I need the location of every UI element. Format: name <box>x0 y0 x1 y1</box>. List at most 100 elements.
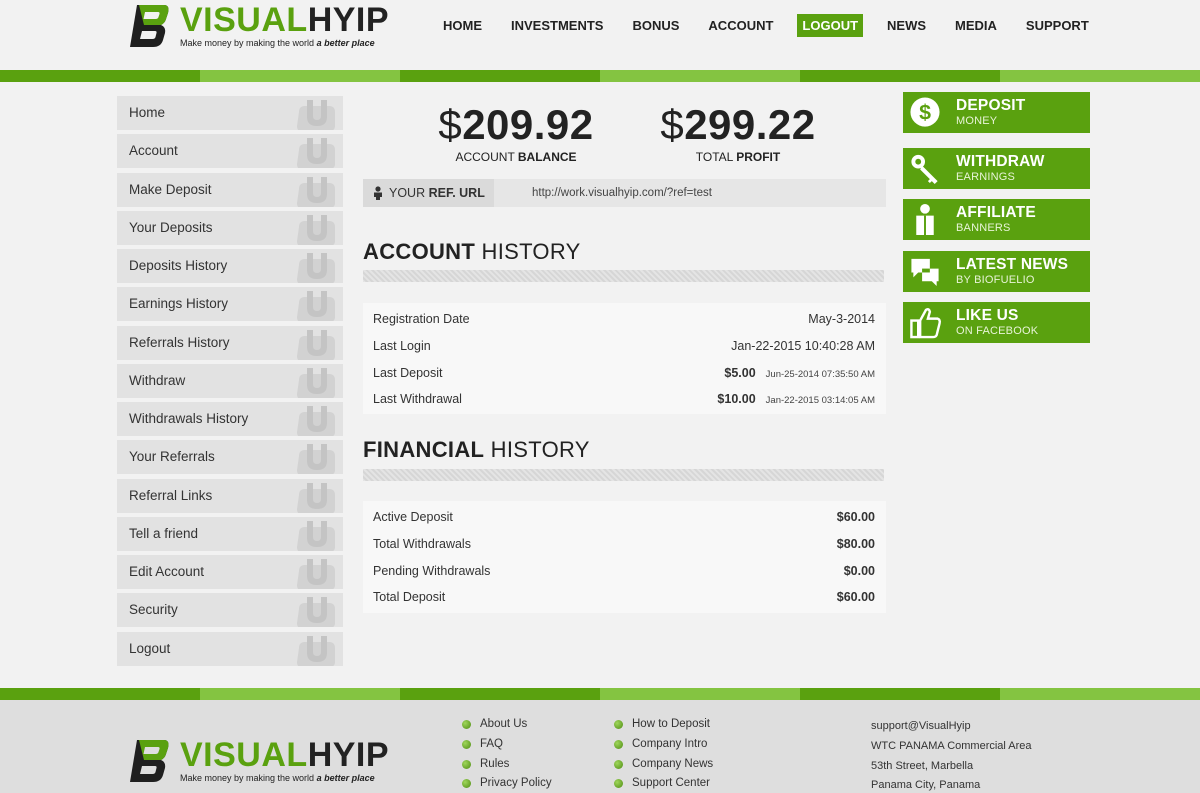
footer-link-label: FAQ <box>480 737 504 750</box>
sidebar-item-label: Security <box>129 602 178 618</box>
key-icon <box>911 154 938 185</box>
sidebar-item-security[interactable]: Security <box>117 593 343 628</box>
sidebar-item-make-deposit[interactable]: Make Deposit <box>117 172 343 207</box>
row-amount: $10.00 <box>717 392 756 407</box>
balance-caption-plain: ACCOUNT <box>455 150 518 164</box>
sidebar-item-label: Withdraw <box>129 372 186 388</box>
sidebar-watermark-icon <box>297 138 335 169</box>
account-history-panel: Registration Date May-3-2014 Last Login Jan… <box>363 303 886 414</box>
footer-contact-address-line: Panama City, Panama <box>871 779 981 792</box>
footer-link-faq[interactable]: FAQ <box>462 738 552 758</box>
site-logo[interactable]: VISUALHYIP Make money by making the worl… <box>128 2 418 52</box>
footer-link-company-intro[interactable]: Company Intro <box>614 738 713 758</box>
like-us-button[interactable]: LIKE US ON FACEBOOK <box>903 302 1090 343</box>
financial-history-row: Total Deposit $60.00 <box>363 583 886 610</box>
balance-amount: $209.92 <box>436 100 596 150</box>
row-value: $60.00 <box>836 590 875 605</box>
sidebar-item-referrals-history[interactable]: Referrals History <box>117 325 343 360</box>
account-balance: $209.92 ACCOUNT BALANCE <box>436 100 596 164</box>
account-history-row: Last Login Jan-22-2015 10:40:28 AM <box>363 332 886 359</box>
latest-news-button[interactable]: LATEST NEWS BY BIOFUELIO <box>903 251 1090 292</box>
footer-link-support-center[interactable]: Support Center <box>614 777 713 793</box>
sidebar-item-label: Your Referrals <box>129 449 215 465</box>
sidebar-item-label: Make Deposit <box>129 181 212 197</box>
row-label: Pending Withdrawals <box>373 563 491 578</box>
sidebar-watermark-icon <box>297 444 335 475</box>
row-value: $80.00 <box>836 536 875 551</box>
sidebar-item-earnings-history[interactable]: Earnings History <box>117 287 343 322</box>
sidebar-watermark-icon <box>297 253 335 283</box>
logo-mark-icon <box>130 5 169 47</box>
sidebar-item-referral-links[interactable]: Referral Links <box>117 478 343 513</box>
bullet-icon <box>462 759 471 769</box>
nav-logout[interactable]: LOGOUT <box>797 13 864 37</box>
affiliate-button[interactable]: AFFILIATE BANNERS <box>903 199 1090 240</box>
account-history-title-bold: ACCOUNT <box>363 239 476 264</box>
button-title: AFFILIATE <box>956 204 1036 221</box>
logo-wordmark: VISUALHYIP <box>180 2 389 38</box>
site-header: VISUALHYIP Make money by making the worl… <box>0 0 1200 70</box>
sidebar-watermark-icon <box>297 100 335 130</box>
account-history-divider <box>363 270 884 282</box>
thumbs-up-icon <box>910 308 942 339</box>
sidebar-item-home[interactable]: Home <box>117 96 343 130</box>
footer-link-label: How to Deposit <box>632 718 710 730</box>
sidebar-item-your-referrals[interactable]: Your Referrals <box>117 440 343 475</box>
sidebar-watermark-icon <box>297 291 335 322</box>
button-subtitle: EARNINGS <box>956 171 1016 183</box>
footer-link-company-news[interactable]: Company News <box>614 758 713 778</box>
sidebar-watermark-icon <box>297 520 335 551</box>
withdraw-button[interactable]: WITHDRAW EARNINGS <box>903 148 1090 189</box>
financial-history-row: Pending Withdrawals $0.00 <box>363 557 886 584</box>
svg-text:$: $ <box>919 100 931 124</box>
sidebar-item-edit-account[interactable]: Edit Account <box>117 555 343 589</box>
ref-url-value[interactable]: http://work.visualhyip.com/?ref=test <box>532 179 712 207</box>
sidebar-item-tell-a-friend[interactable]: Tell a friend <box>117 516 343 551</box>
nav-home[interactable]: HOME <box>438 14 487 37</box>
row-date: Jan-22-2015 03:14:05 AM <box>765 395 875 407</box>
footer-link-about-us[interactable]: About Us <box>462 718 552 738</box>
nav-news[interactable]: NEWS <box>882 14 931 37</box>
row-label: Last Deposit <box>373 365 443 380</box>
chat-icon <box>911 258 939 287</box>
profit-caption-bold: PROFIT <box>736 150 781 164</box>
total-profit: $299.22 TOTAL PROFIT <box>658 100 818 164</box>
footer-link-label: Company News <box>632 757 714 770</box>
sidebar-item-account[interactable]: Account <box>117 134 343 169</box>
row-label: Total Withdrawals <box>373 536 471 551</box>
nav-media[interactable]: MEDIA <box>950 14 1002 37</box>
sidebar-item-logout[interactable]: Logout <box>117 631 343 666</box>
account-history-row: Last Withdrawal $10.00 Jan-22-2015 03:14:0… <box>363 385 886 412</box>
deposit-button[interactable]: $ DEPOSIT MONEY <box>903 92 1090 133</box>
sidebar-watermark-icon <box>297 176 335 207</box>
sidebar-item-your-deposits[interactable]: Your Deposits <box>117 210 343 245</box>
footer-link-label: Rules <box>480 757 510 770</box>
sidebar-item-withdraw[interactable]: Withdraw <box>117 363 343 398</box>
footer-link-how-to-deposit[interactable]: How to Deposit <box>614 718 713 738</box>
row-label: Last Withdrawal <box>373 392 462 407</box>
profit-caption: TOTAL PROFIT <box>658 150 818 164</box>
footer-link-rules[interactable]: Rules <box>462 758 552 778</box>
financial-history-row: Total Withdrawals $80.00 <box>363 530 886 557</box>
footer-link-label: Support Center <box>632 777 710 790</box>
nav-account[interactable]: ACCOUNT <box>703 14 778 37</box>
footer-tagline-plain: Make money by making the world <box>180 773 317 783</box>
button-subtitle: BY BIOFUELIO <box>956 274 1035 286</box>
logo-word-visual: VISUAL <box>180 1 308 39</box>
account-sidebar: Home Account Make Deposit Your Deposits Depo… <box>117 96 343 670</box>
footer-contact-email[interactable]: support@VisualHyip <box>871 720 1032 740</box>
nav-investments[interactable]: INVESTMENTS <box>506 14 608 37</box>
ref-label-plain: YOUR <box>389 186 429 200</box>
nav-support[interactable]: SUPPORT <box>1021 14 1094 37</box>
sidebar-watermark-icon <box>297 329 335 360</box>
row-value: May-3-2014 <box>808 312 875 326</box>
footer-logo-tagline: Make money by making the world a better … <box>180 773 375 783</box>
sidebar-item-withdrawals-history[interactable]: Withdrawals History <box>117 402 343 436</box>
sidebar-watermark-icon <box>297 367 335 398</box>
sidebar-item-deposits-history[interactable]: Deposits History <box>117 249 343 283</box>
bullet-icon <box>462 779 471 789</box>
footer-logo[interactable]: VISUALHYIP Make money by making the worl… <box>128 737 418 787</box>
footer-link-privacy-policy[interactable]: Privacy Policy <box>462 777 552 793</box>
row-date: Jun-25-2014 07:35:50 AM <box>765 368 875 380</box>
nav-bonus[interactable]: BONUS <box>627 14 684 37</box>
